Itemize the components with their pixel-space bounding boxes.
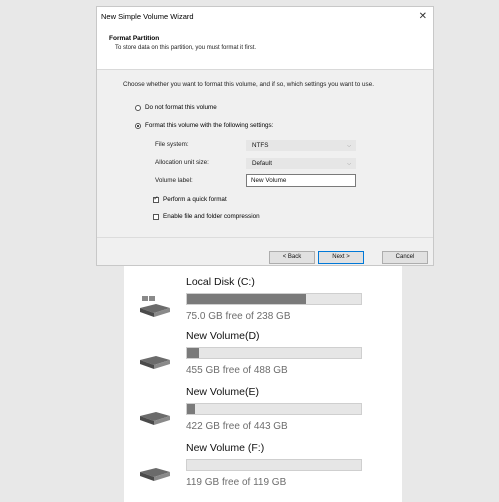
file-system-label: File system:	[155, 141, 189, 148]
file-system-value: NTFS	[252, 142, 269, 149]
free-space-text: 75.0 GB free of 238 GB	[186, 311, 291, 322]
quick-format-checkbox[interactable]: Perform a quick format	[153, 195, 227, 203]
drive-icon	[140, 356, 170, 369]
radio-button[interactable]	[135, 104, 141, 111]
usage-bar	[186, 459, 362, 471]
title-bar: New Simple Volume Wizard ✕	[97, 7, 433, 27]
drive-icon	[140, 468, 170, 481]
volume-label-label: Volume label:	[155, 177, 193, 184]
drive-name: New Volume(D)	[186, 330, 260, 342]
close-icon[interactable]: ✕	[419, 7, 427, 27]
file-system-dropdown[interactable]: NTFS ⌵	[246, 140, 356, 151]
wizard-body: Choose whether you want to format this v…	[97, 70, 433, 236]
drive-item-e[interactable]: New Volume(E) 422 GB free of 443 GB	[124, 386, 402, 442]
radio-label: Do not format this volume	[145, 104, 217, 111]
page-subtitle: To store data on this partition, you mus…	[115, 45, 257, 51]
free-space-text: 455 GB free of 488 GB	[186, 365, 288, 376]
radio-button-selected[interactable]	[135, 122, 141, 129]
volume-label-input[interactable]: New Volume	[246, 174, 356, 187]
next-button[interactable]: Next >	[318, 251, 364, 264]
usage-bar	[186, 347, 362, 359]
instruction-text: Choose whether you want to format this v…	[123, 81, 374, 88]
free-space-text: 119 GB free of 119 GB	[186, 477, 287, 488]
radio-do-not-format[interactable]: Do not format this volume	[135, 104, 217, 111]
compression-checkbox[interactable]: Enable file and folder compression	[153, 213, 260, 220]
back-button[interactable]: < Back	[269, 251, 315, 264]
usage-bar	[186, 403, 362, 415]
allocation-unit-dropdown[interactable]: Default ⌵	[246, 158, 356, 169]
free-space-text: 422 GB free of 443 GB	[186, 421, 288, 432]
drive-name: New Volume(E)	[186, 386, 259, 398]
radio-format-volume[interactable]: Format this volume with the following se…	[135, 122, 273, 129]
drive-icon	[140, 412, 170, 425]
checkbox-checked[interactable]	[153, 195, 159, 203]
wizard-header: Format Partition To store data on this p…	[97, 27, 433, 70]
usage-bar-fill	[187, 348, 199, 358]
checkbox-label: Perform a quick format	[163, 196, 227, 203]
drive-item-f[interactable]: New Volume (F:) 119 GB free of 119 GB	[124, 442, 402, 498]
radio-label: Format this volume with the following se…	[145, 122, 274, 129]
drive-item-d[interactable]: New Volume(D) 455 GB free of 488 GB	[124, 330, 402, 386]
chevron-down-icon: ⌵	[347, 161, 351, 167]
window-title: New Simple Volume Wizard	[101, 12, 194, 21]
checkbox-label: Enable file and folder compression	[163, 213, 260, 220]
usage-bar-fill	[187, 294, 307, 304]
drive-item-c[interactable]: Local Disk (C:) 75.0 GB free of 238 GB	[124, 276, 402, 332]
page-title: Format Partition	[109, 35, 160, 42]
chevron-down-icon: ⌵	[347, 143, 351, 149]
usage-bar	[186, 293, 362, 305]
drive-name: New Volume (F:)	[186, 442, 265, 454]
wizard-footer: < Back Next > Cancel	[97, 237, 433, 265]
windows-drive-icon	[140, 296, 170, 317]
drives-panel: Local Disk (C:) 75.0 GB free of 238 GB N…	[124, 266, 402, 502]
new-simple-volume-wizard: New Simple Volume Wizard ✕ Format Partit…	[96, 6, 434, 266]
allocation-unit-value: Default	[252, 160, 272, 167]
allocation-unit-label: Allocation unit size:	[155, 159, 209, 166]
cancel-button[interactable]: Cancel	[382, 251, 428, 264]
drive-name: Local Disk (C:)	[186, 276, 255, 288]
checkbox-unchecked[interactable]	[153, 213, 159, 220]
usage-bar-fill	[187, 404, 196, 414]
